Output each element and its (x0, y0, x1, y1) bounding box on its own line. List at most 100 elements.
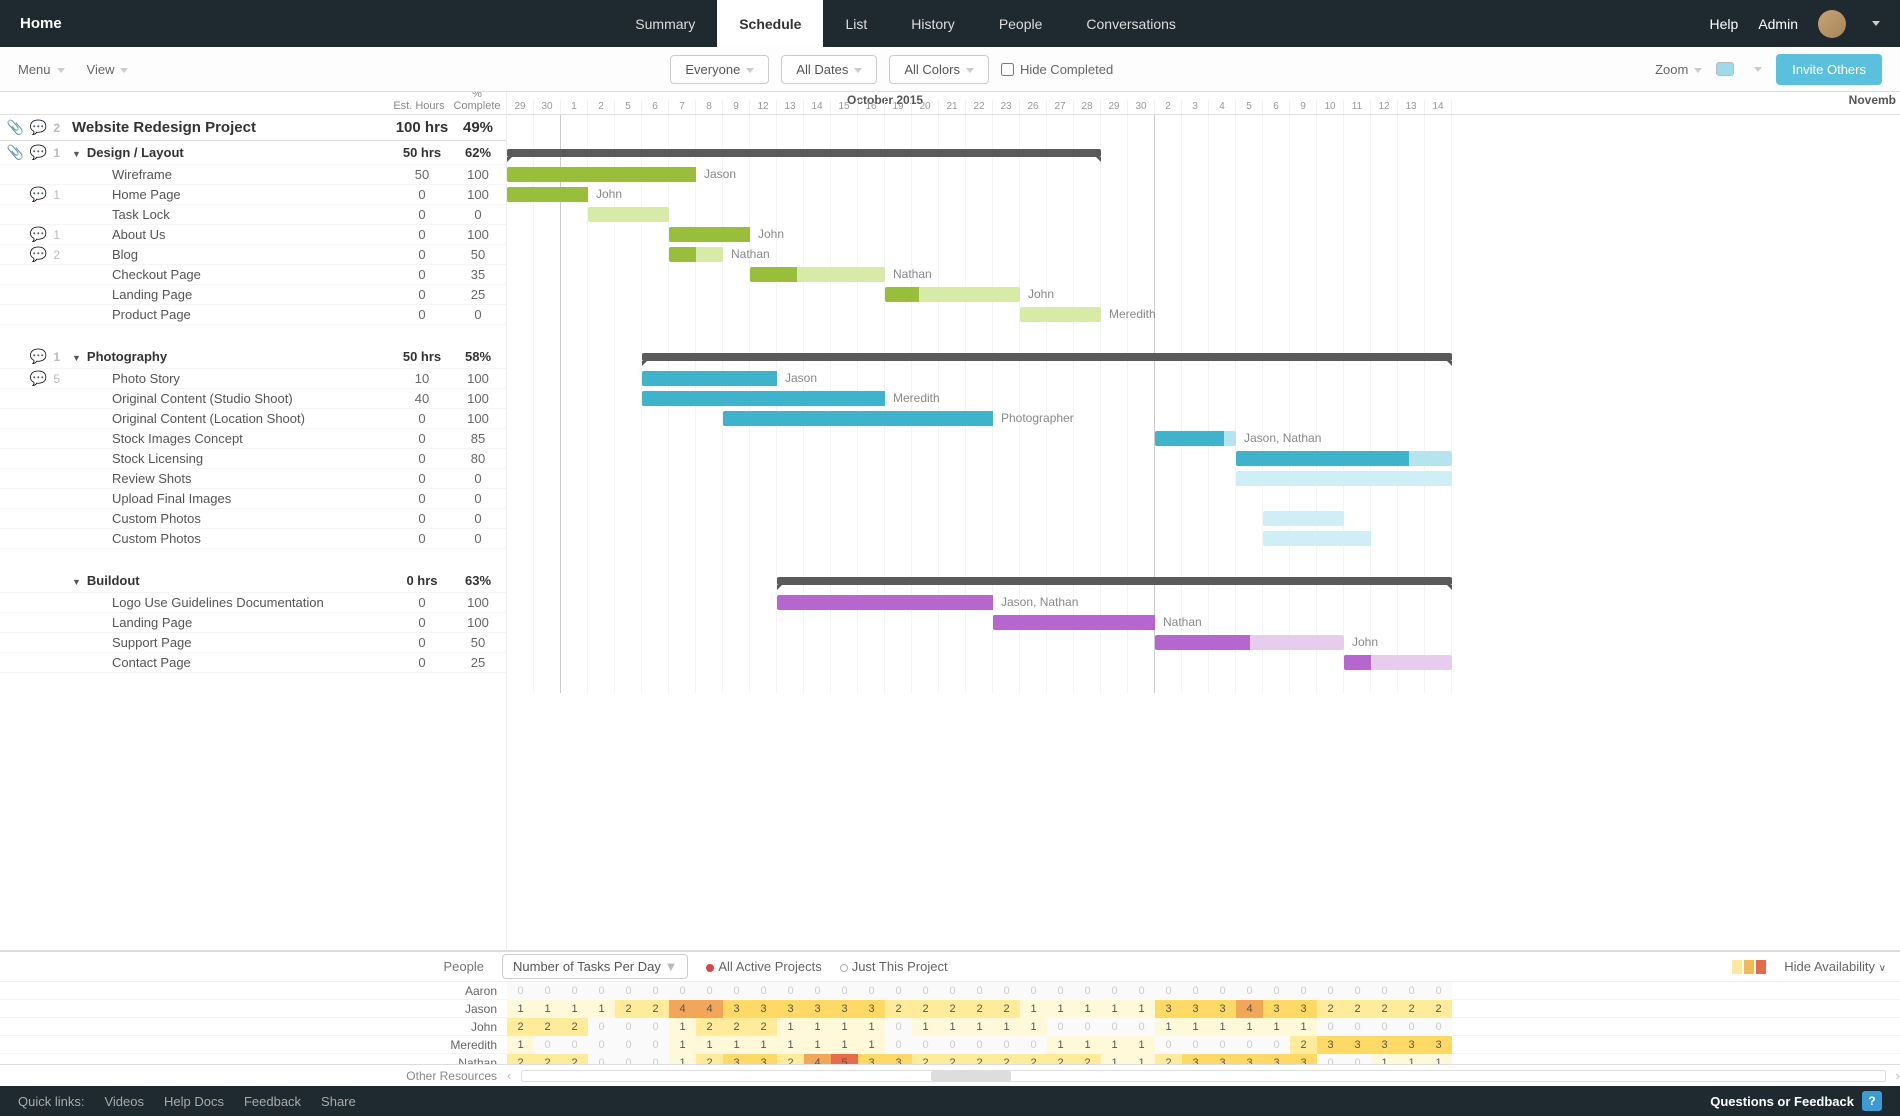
workload-cell[interactable]: 4 (1236, 1000, 1263, 1018)
workload-cell[interactable]: 3 (1155, 1000, 1182, 1018)
task-row[interactable]: Custom Photos00 (0, 509, 506, 529)
workload-cell[interactable]: 3 (1263, 1000, 1290, 1018)
workload-cell[interactable]: 0 (912, 1036, 939, 1054)
workload-cell[interactable]: 3 (804, 1000, 831, 1018)
workload-cell[interactable]: 1 (723, 1036, 750, 1054)
task-bar[interactable] (1263, 531, 1371, 546)
workload-cell[interactable]: 1 (1074, 1036, 1101, 1054)
workload-cell[interactable]: 2 (912, 1054, 939, 1065)
scroll-left-icon[interactable]: ‹ (507, 1068, 511, 1083)
task-bar[interactable]: Nathan (669, 247, 723, 262)
task-row[interactable]: Original Content (Location Shoot)0100 (0, 409, 506, 429)
workload-cell[interactable]: 0 (615, 1054, 642, 1065)
workload-cell[interactable]: 3 (858, 1000, 885, 1018)
hide-completed-checkbox[interactable]: Hide Completed (1001, 62, 1113, 77)
workload-cell[interactable]: 1 (1101, 1000, 1128, 1018)
workload-cell[interactable]: 1 (588, 1000, 615, 1018)
questions-feedback-button[interactable]: Questions or Feedback? (1710, 1091, 1882, 1111)
task-bar[interactable]: Jason (507, 167, 696, 182)
hide-availability-toggle[interactable]: Hide Availability ∨ (1784, 959, 1886, 974)
workload-cell[interactable]: 0 (1317, 982, 1344, 1000)
workload-cell[interactable]: 1 (858, 1036, 885, 1054)
workload-cell[interactable]: 1 (669, 1054, 696, 1065)
task-bar[interactable]: Photographer (723, 411, 993, 426)
workload-cell[interactable]: 0 (642, 1036, 669, 1054)
workload-cell[interactable]: 0 (561, 982, 588, 1000)
task-row[interactable]: 💬1About Us0100 (0, 225, 506, 245)
attachment-icon[interactable]: 📎 (6, 144, 23, 161)
workload-cell[interactable]: 1 (669, 1018, 696, 1036)
filter-colors-dropdown[interactable]: All Colors (889, 55, 989, 84)
workload-cell[interactable]: 0 (1317, 1018, 1344, 1036)
workload-cell[interactable]: 2 (1155, 1054, 1182, 1065)
workload-cell[interactable]: 0 (939, 982, 966, 1000)
workload-cell[interactable]: 0 (804, 982, 831, 1000)
workload-cell[interactable]: 1 (1128, 1000, 1155, 1018)
workload-cell[interactable]: 0 (642, 1054, 669, 1065)
workload-cell[interactable]: 0 (966, 1036, 993, 1054)
workload-cell[interactable]: 0 (615, 1036, 642, 1054)
tab-history[interactable]: History (889, 0, 977, 47)
workload-cell[interactable]: 3 (750, 1054, 777, 1065)
task-bar[interactable]: Meredith (1020, 307, 1101, 322)
task-bar[interactable]: John (1155, 635, 1344, 650)
workload-cell[interactable]: 0 (1047, 982, 1074, 1000)
workload-cell[interactable]: 1 (696, 1036, 723, 1054)
workload-cell[interactable]: 2 (750, 1018, 777, 1036)
workload-cell[interactable]: 4 (669, 1000, 696, 1018)
workload-cell[interactable]: 0 (858, 982, 885, 1000)
workload-cell[interactable]: 1 (993, 1018, 1020, 1036)
tab-schedule[interactable]: Schedule (717, 0, 823, 47)
workload-cell[interactable]: 0 (993, 982, 1020, 1000)
workload-cell[interactable]: 1 (912, 1018, 939, 1036)
workload-cell[interactable]: 1 (1209, 1018, 1236, 1036)
person-name[interactable]: Jason (0, 1002, 507, 1016)
workload-cell[interactable]: 0 (669, 982, 696, 1000)
workload-cell[interactable]: 3 (1398, 1036, 1425, 1054)
workload-cell[interactable]: 2 (561, 1018, 588, 1036)
summary-bar[interactable] (777, 577, 1452, 585)
workload-cell[interactable]: 0 (1101, 1018, 1128, 1036)
workload-cell[interactable]: 4 (696, 1000, 723, 1018)
workload-cell[interactable]: 1 (1128, 1036, 1155, 1054)
workload-cell[interactable]: 1 (831, 1036, 858, 1054)
workload-cell[interactable]: 2 (885, 1000, 912, 1018)
person-name[interactable]: Meredith (0, 1038, 507, 1052)
workload-cell[interactable]: 0 (885, 1018, 912, 1036)
person-name[interactable]: John (0, 1020, 507, 1034)
zoom-dropdown[interactable]: Zoom (1655, 62, 1702, 77)
view-dropdown[interactable]: View (87, 62, 129, 77)
radio-this-project[interactable]: Just This Project (840, 959, 948, 974)
workload-cell[interactable]: 0 (1128, 1018, 1155, 1036)
color-swatch[interactable] (1716, 62, 1734, 76)
radio-all-projects[interactable]: All Active Projects (706, 959, 821, 974)
workload-cell[interactable]: 0 (588, 1054, 615, 1065)
menu-dropdown[interactable]: Menu (18, 62, 65, 77)
workload-cell[interactable]: 0 (1209, 982, 1236, 1000)
task-row[interactable]: Support Page050 (0, 633, 506, 653)
tab-people[interactable]: People (977, 0, 1065, 47)
chevron-down-icon[interactable] (1872, 21, 1880, 26)
workload-cell[interactable]: 0 (1047, 1018, 1074, 1036)
workload-cell[interactable]: 1 (534, 1000, 561, 1018)
workload-cell[interactable]: 3 (1263, 1054, 1290, 1065)
workload-cell[interactable]: 0 (1344, 982, 1371, 1000)
workload-cell[interactable]: 0 (1398, 982, 1425, 1000)
gantt-pane[interactable]: October 2015 Novemb 29301256789121314151… (507, 92, 1900, 950)
task-bar[interactable]: John (507, 187, 588, 202)
filter-people-dropdown[interactable]: Everyone (670, 55, 769, 84)
workload-cell[interactable]: 2 (1425, 1000, 1452, 1018)
workload-cell[interactable]: 1 (1074, 1000, 1101, 1018)
workload-cell[interactable]: 0 (1425, 982, 1452, 1000)
workload-cell[interactable]: 3 (1317, 1036, 1344, 1054)
task-row[interactable]: 💬1Home Page0100 (0, 185, 506, 205)
workload-cell[interactable]: 0 (1074, 982, 1101, 1000)
workload-cell[interactable]: 1 (1020, 1018, 1047, 1036)
workload-cell[interactable]: 2 (723, 1018, 750, 1036)
workload-cell[interactable]: 4 (804, 1054, 831, 1065)
summary-bar[interactable] (507, 149, 1101, 157)
workload-cell[interactable]: 0 (1182, 982, 1209, 1000)
workload-cell[interactable]: 0 (750, 982, 777, 1000)
workload-cell[interactable]: 3 (885, 1054, 912, 1065)
workload-cell[interactable]: 1 (507, 1036, 534, 1054)
